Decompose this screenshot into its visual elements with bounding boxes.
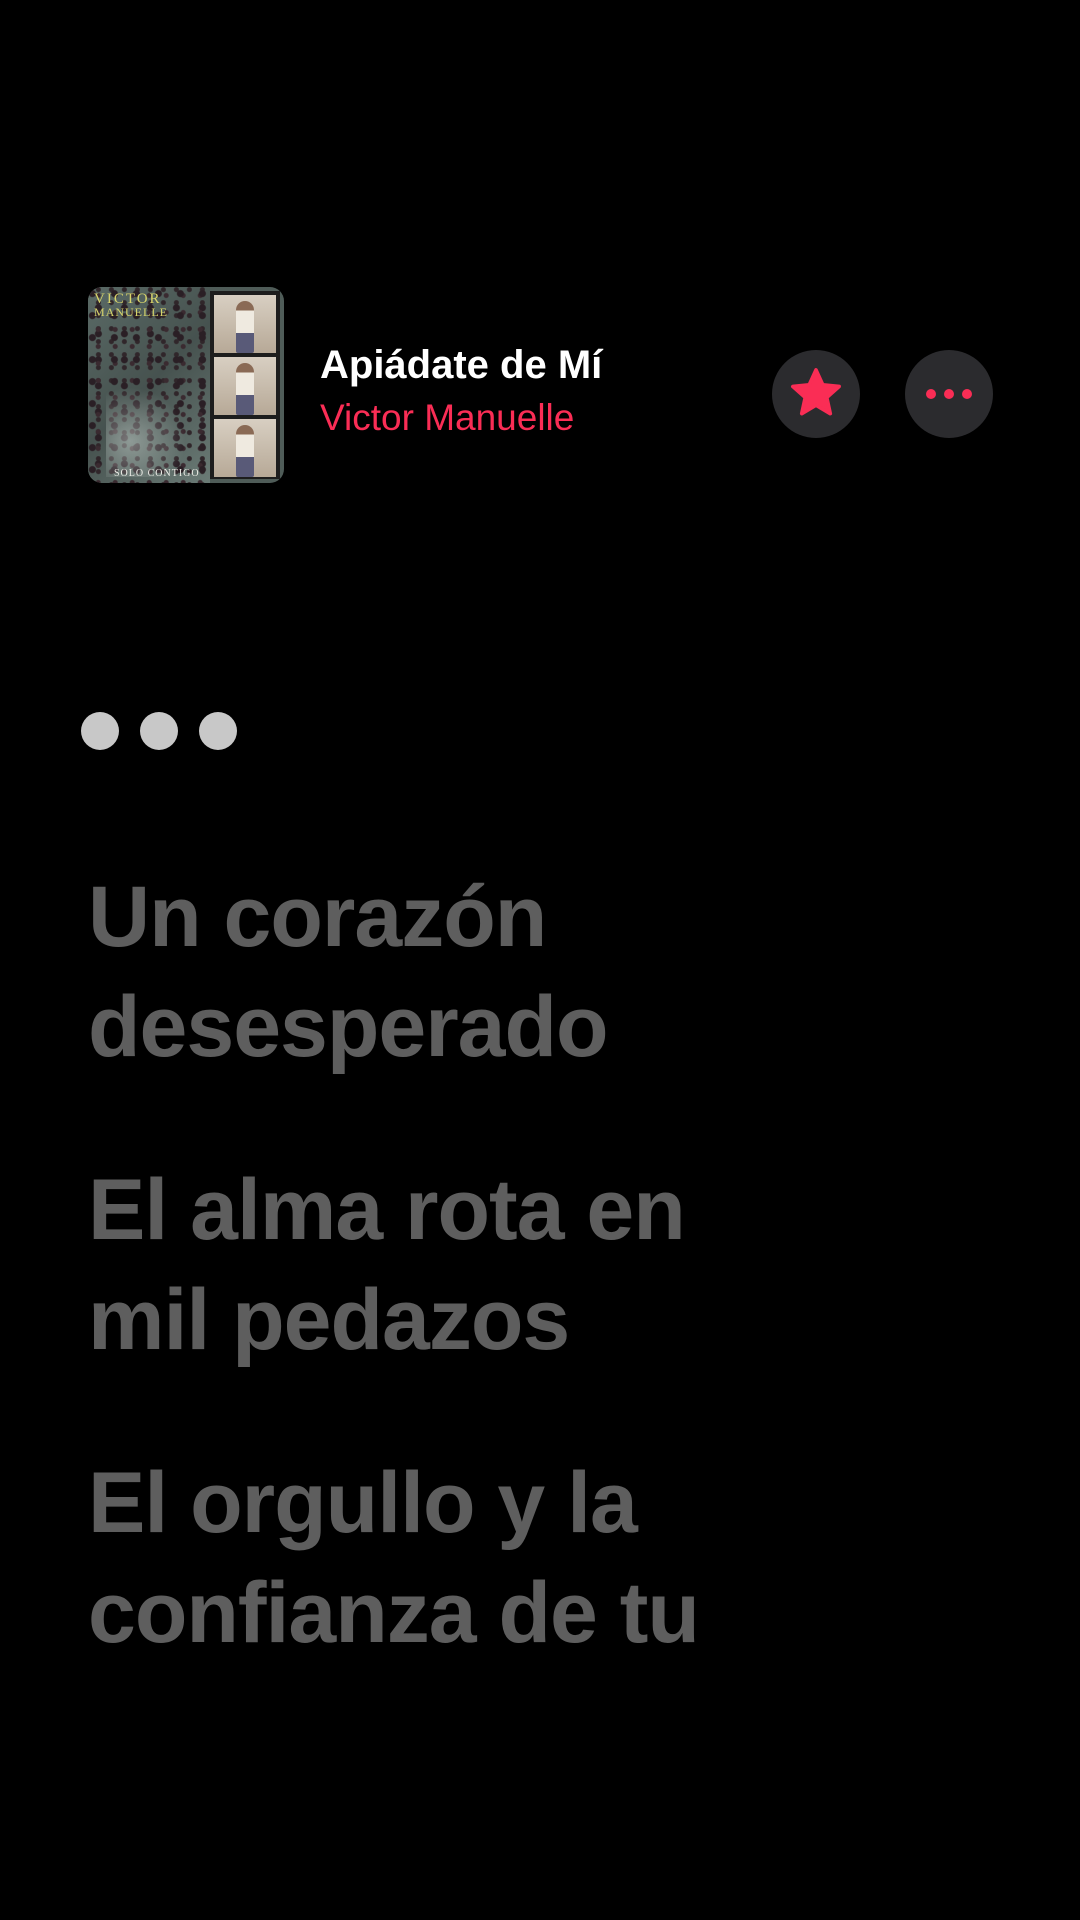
artist-link[interactable]: Victor Manuelle [320, 397, 574, 439]
album-artwork[interactable]: VICTOR MANUELLE SOLO CONTIGO [88, 287, 284, 483]
artwork-subtitle: SOLO CONTIGO [114, 468, 200, 479]
lyric-line[interactable]: El alma rota en mil pedazos [88, 1155, 988, 1375]
ellipsis-icon [926, 389, 972, 399]
song-title: Apiádate de Mí [320, 343, 603, 387]
more-options-button[interactable] [905, 350, 993, 438]
lyric-line[interactable]: Un corazón desesperado [88, 862, 988, 1082]
now-playing-header: VICTOR MANUELLE SOLO CONTIGO Apiádate de… [88, 287, 1008, 483]
artwork-photo [214, 419, 276, 477]
star-icon [791, 368, 841, 416]
artwork-photo-strip [210, 291, 280, 479]
artwork-title-line-2: MANUELLE [94, 305, 168, 319]
lyrics-interlude-indicator [81, 712, 237, 750]
artwork-title: VICTOR MANUELLE [94, 292, 168, 319]
interlude-dot [140, 712, 178, 750]
favorite-button[interactable] [772, 350, 860, 438]
interlude-dot [199, 712, 237, 750]
interlude-dot [81, 712, 119, 750]
artwork-photo [214, 357, 276, 415]
lyric-line[interactable]: El orgullo y la confianza de tu [88, 1448, 988, 1668]
lyrics-list[interactable]: Un corazón desesperado El alma rota en m… [88, 862, 988, 1741]
artwork-photo [214, 295, 276, 353]
